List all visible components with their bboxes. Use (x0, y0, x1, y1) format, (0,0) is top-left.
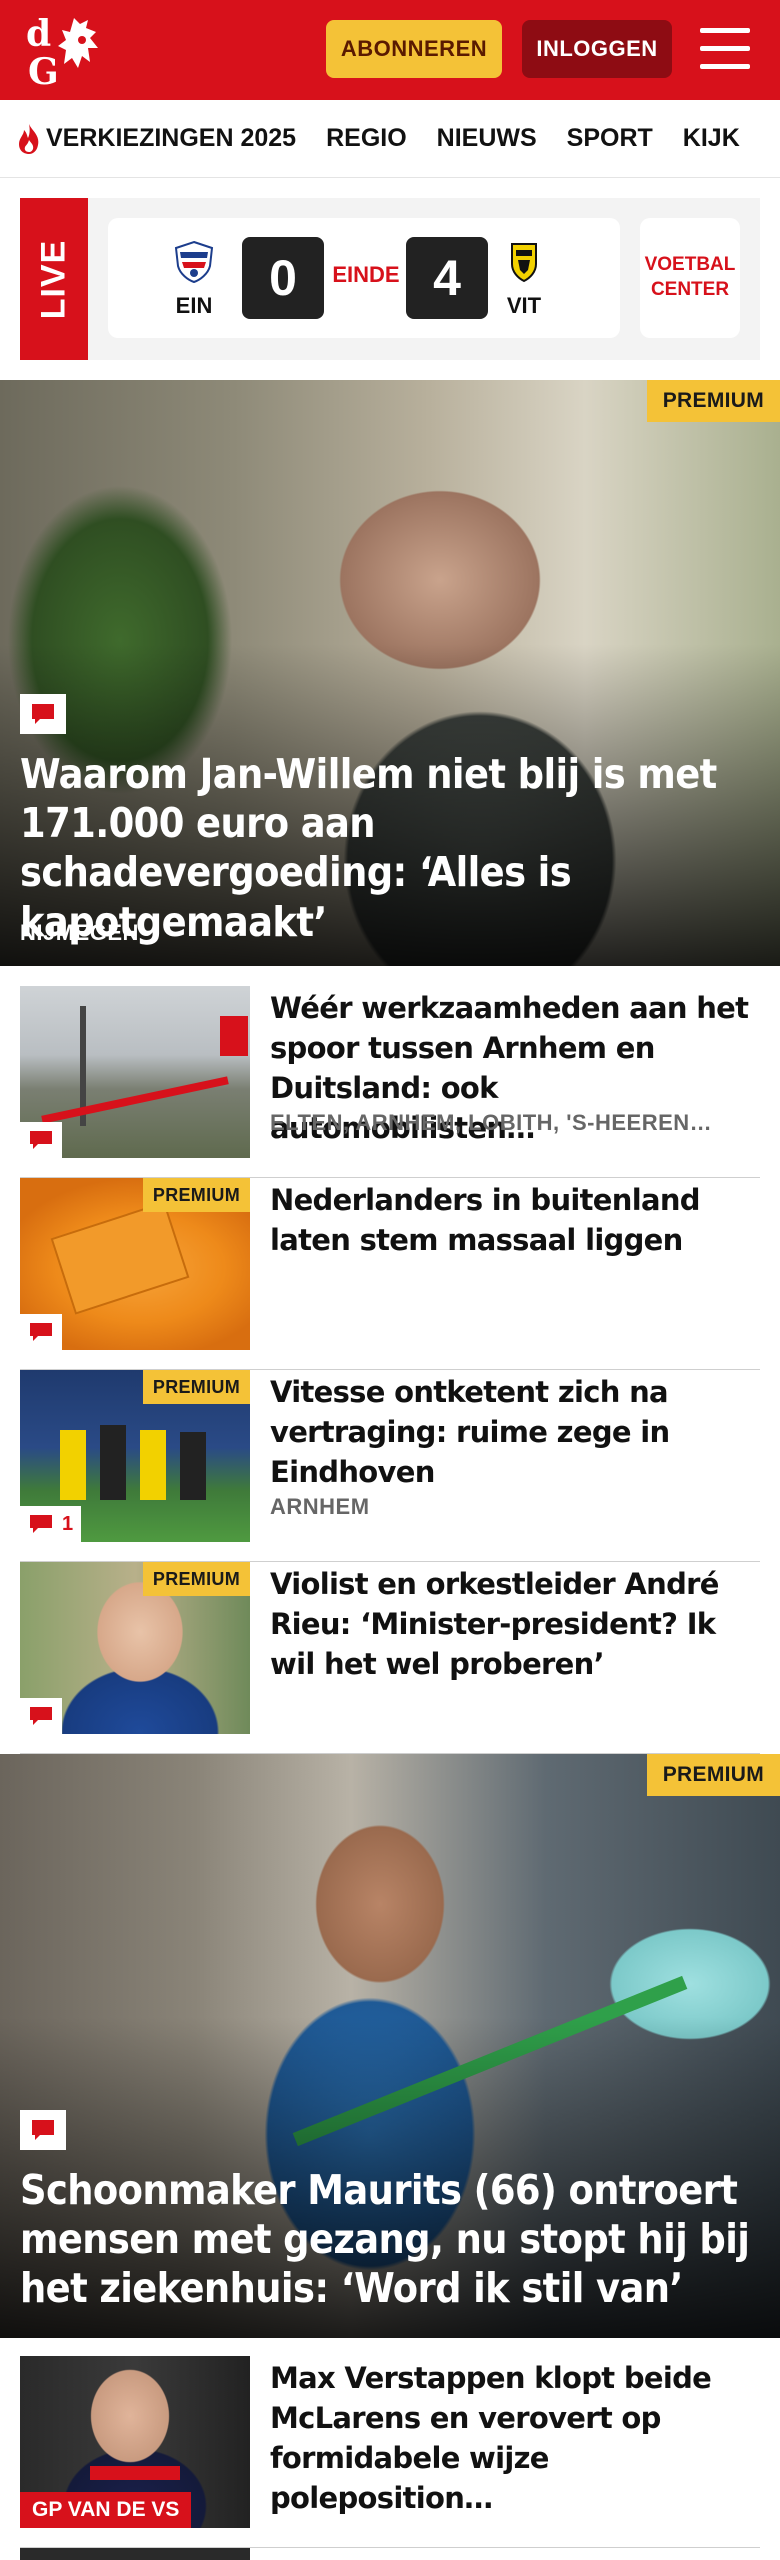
home-team-abbr: EIN (175, 293, 213, 318)
article-title: Vitesse ontketent zich na vertraging: ru… (270, 1375, 670, 1490)
premium-badge: PREMIUM (142, 1562, 250, 1596)
match-card[interactable]: EIN 0 EINDE 4 VIT (108, 218, 620, 338)
hero-title: Schoonmaker Maurits (66) ontroert mensen… (20, 2166, 750, 2313)
comment-icon (32, 704, 54, 724)
next-article-thumbnail[interactable] (20, 2548, 250, 2560)
away-score: 4 (406, 237, 488, 319)
article-meta: ELTEN, ARNHEM, LOBITH, 'S-HEEREN… (270, 1110, 713, 1135)
psv-crest-icon (174, 240, 214, 284)
article-thumbnail: PREMIUM 1 (20, 1370, 250, 1542)
login-button[interactable]: INLOGGEN (522, 20, 672, 78)
comment-badge (20, 1698, 62, 1734)
away-team-abbr: VIT (506, 293, 542, 318)
hero-title: Waarom Jan-Willem niet blij is met 171.0… (20, 750, 717, 946)
comment-badge (20, 1122, 62, 1158)
vc-label-1: VOETBAL (644, 254, 736, 276)
live-score-widget: LIVE EIN 0 EINDE 4 VIT VOETBAL CENTER (20, 198, 760, 360)
article-thumbnail: PREMIUM (20, 1178, 250, 1350)
list-item[interactable]: PREMIUM 1 Vitesse ontketent zich na vert… (20, 1370, 760, 1562)
nav-item-regio[interactable]: REGIO (326, 124, 407, 153)
live-label: LIVE (34, 239, 73, 319)
home-team: EIN (162, 240, 226, 319)
list-item[interactable]: PREMIUM Nederlanders in buitenland laten… (20, 1178, 760, 1370)
menu-icon[interactable] (700, 26, 752, 72)
live-tab[interactable]: LIVE (20, 198, 88, 360)
nav-label: VERKIEZINGEN 2025 (46, 124, 297, 152)
comment-badge (20, 694, 66, 734)
svg-text:d: d (26, 13, 51, 55)
premium-badge: PREMIUM (142, 1178, 250, 1212)
subscribe-button[interactable]: ABONNEREN (326, 20, 502, 78)
vitesse-crest-icon (511, 243, 537, 283)
list-item[interactable]: GP VAN DE VS Max Verstappen klopt beide … (20, 2356, 760, 2548)
nav-item-kijk[interactable]: KIJK (683, 124, 740, 153)
list-item[interactable]: Wéér werkzaamheden aan het spoor tussen … (20, 986, 760, 1178)
comment-badge (20, 2110, 66, 2150)
jersey-stripe (90, 2466, 180, 2480)
comment-badge: 1 (20, 1506, 82, 1542)
comment-icon (30, 1131, 52, 1149)
premium-badge: PREMIUM (646, 380, 780, 422)
article-thumbnail: GP VAN DE VS (20, 2356, 250, 2528)
flame-icon (19, 123, 39, 154)
main-nav: VERKIEZINGEN 2025 REGIO NIEUWS SPORT KIJ… (0, 100, 780, 178)
list-item[interactable]: PREMIUM Violist en orkestleider André Ri… (20, 1562, 760, 1754)
comment-count: 1 (62, 1512, 74, 1535)
match-status: EINDE (332, 262, 400, 287)
nav-item-sport[interactable]: SPORT (567, 124, 653, 153)
comment-icon (32, 2120, 54, 2140)
site-logo[interactable]: d G (22, 10, 118, 93)
category-badge: GP VAN DE VS (20, 2492, 192, 2528)
premium-badge: PREMIUM (142, 1370, 250, 1404)
hero-article[interactable]: PREMIUM Schoonmaker Maurits (66) ontroer… (0, 1754, 780, 2338)
article-title: Nederlanders in buitenland laten stem ma… (270, 1183, 701, 1258)
hero-location-tag: NIJMEGEN (20, 920, 139, 945)
comment-badge (20, 1314, 62, 1350)
article-thumbnail (20, 986, 250, 1158)
hero-article[interactable]: PREMIUM Waarom Jan-Willem niet blij is m… (0, 380, 780, 966)
nav-item-verkiezingen[interactable]: VERKIEZINGEN 2025 (16, 123, 296, 155)
premium-badge: PREMIUM (646, 1754, 780, 1796)
article-thumbnail: PREMIUM (20, 1562, 250, 1734)
home-score: 0 (242, 237, 324, 319)
vc-label-2: CENTER (650, 279, 730, 300)
article-title: Max Verstappen klopt beide McLarens en v… (270, 2361, 712, 2516)
article-title: Violist en orkestleider André Rieu: ‘Min… (270, 1567, 719, 1682)
away-team: VIT (492, 240, 556, 319)
voetbal-center-button[interactable]: VOETBAL CENTER (640, 218, 740, 338)
comment-icon (30, 1323, 52, 1341)
nav-item-nieuws[interactable]: NIEUWS (437, 124, 537, 153)
article-meta: ARNHEM (270, 1494, 370, 1519)
svg-text:G: G (28, 51, 59, 90)
comment-icon (30, 1515, 52, 1533)
comment-icon (30, 1707, 52, 1725)
site-header: d G ABONNEREN INLOGGEN (0, 0, 780, 100)
